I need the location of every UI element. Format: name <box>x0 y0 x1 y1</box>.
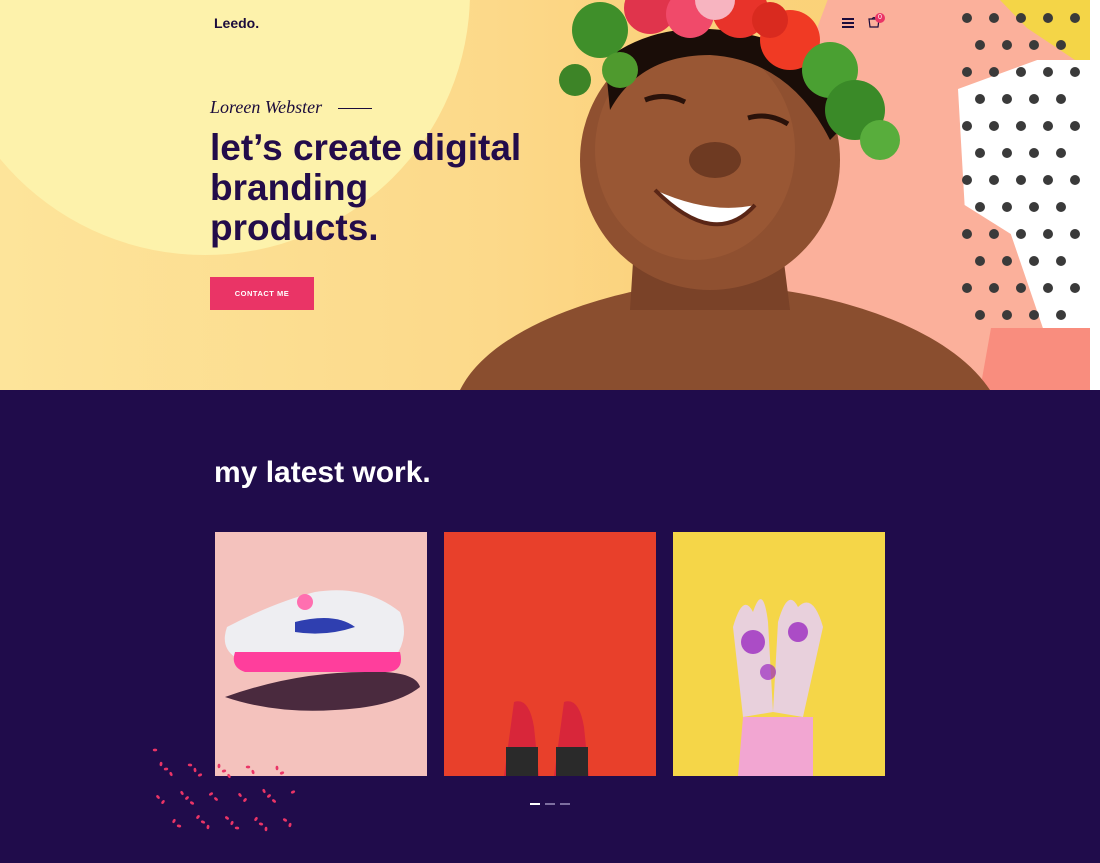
carousel-pagination <box>530 803 570 805</box>
latest-work-section: my latest work. <box>0 390 1100 863</box>
hero-portrait-image <box>460 0 990 390</box>
confetti-decoration <box>152 748 296 832</box>
hamburger-icon[interactable] <box>842 18 854 28</box>
hero-section: Leedo. 0 Loreen Webster let’s create dig… <box>0 0 1090 390</box>
page-edge <box>1090 0 1100 390</box>
pagination-dot-2[interactable] <box>545 803 555 805</box>
portfolio-card-sneaker[interactable] <box>215 532 427 776</box>
red-sneakers-image <box>504 701 589 776</box>
section-title: my latest work. <box>214 456 431 489</box>
portfolio-card-red-sneakers[interactable] <box>444 532 656 776</box>
contact-me-button[interactable]: CONTACT ME <box>210 277 314 310</box>
pagination-dot-3[interactable] <box>560 803 570 805</box>
paint-hands-image <box>733 599 823 776</box>
sneaker-image <box>224 590 420 711</box>
pagination-dot-1[interactable] <box>530 803 540 805</box>
hero-headline: let’s create digital branding products. <box>210 127 522 248</box>
cart-count-badge: 0 <box>875 13 885 23</box>
subtitle-divider <box>338 108 372 109</box>
portfolio-card-paint-hands[interactable] <box>673 532 885 776</box>
page: Leedo. 0 Loreen Webster let’s create dig… <box>0 0 1100 863</box>
site-logo[interactable]: Leedo. <box>214 15 259 31</box>
hero-subtitle: Loreen Webster <box>210 97 323 117</box>
